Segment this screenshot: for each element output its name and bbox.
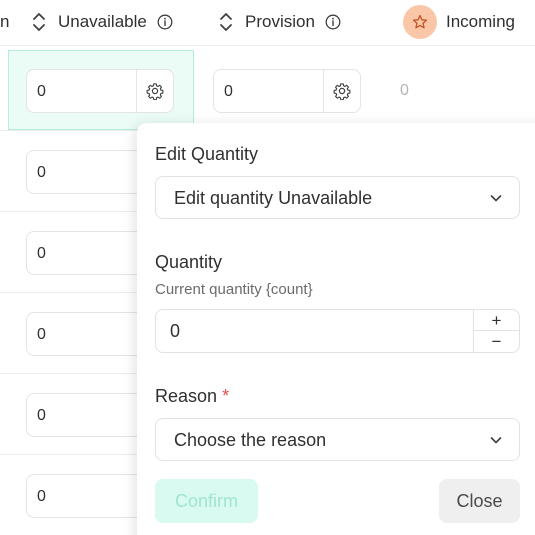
reason-label-row: Reason * — [155, 386, 229, 407]
info-icon[interactable] — [157, 14, 173, 30]
quantity-stepper[interactable]: + − — [473, 310, 519, 352]
quantity-input[interactable]: 0 + − — [155, 309, 520, 353]
reason-select-value: Choose the reason — [174, 430, 327, 450]
gear-icon[interactable] — [146, 82, 164, 100]
star-icon — [412, 14, 428, 28]
chevron-down-icon — [490, 195, 502, 202]
unavailable-value: 0 — [37, 407, 46, 424]
info-icon[interactable] — [325, 14, 341, 30]
table-header: n Unavailable Provision Incoming — [0, 0, 535, 46]
column-header-incoming-label: Incoming — [446, 11, 515, 31]
reason-select[interactable]: Choose the reason — [155, 418, 520, 461]
popover-title: Edit Quantity — [155, 144, 259, 164]
required-marker: * — [222, 386, 230, 406]
column-header-provision[interactable]: Provision — [219, 0, 341, 43]
close-button[interactable]: Close — [439, 479, 520, 523]
quantity-hint: Current quantity {count} — [155, 281, 313, 298]
edit-mode-select-value: Edit quantity Unavailable — [174, 188, 373, 208]
column-header-provision-label: Provision — [245, 11, 315, 31]
unavailable-value: 0 — [37, 326, 46, 343]
unavailable-value: 0 — [37, 488, 46, 505]
edit-mode-select[interactable]: Edit quantity Unavailable — [155, 176, 520, 219]
chevron-down-icon — [490, 437, 502, 444]
unavailable-value: 0 — [37, 164, 46, 181]
column-header-incoming[interactable]: Incoming — [403, 0, 515, 43]
provision-quantity-box[interactable]: 0 — [213, 69, 361, 113]
column-header-previous-label: n — [0, 11, 10, 31]
reason-label: Reason — [155, 386, 218, 406]
incoming-value: 0 — [400, 82, 409, 99]
unavailable-value: 0 — [37, 245, 46, 262]
confirm-button[interactable]: Confirm — [155, 479, 258, 523]
quantity-label: Quantity — [155, 252, 223, 272]
quantity-input-value: 0 — [170, 321, 181, 341]
gear-icon[interactable] — [333, 82, 351, 100]
sort-icon[interactable] — [219, 12, 233, 32]
column-header-unavailable-label: Unavailable — [58, 11, 147, 31]
column-header-unavailable[interactable]: Unavailable — [32, 0, 173, 43]
unavailable-quantity-box[interactable]: 0 — [26, 69, 174, 113]
edit-provision-button[interactable] — [323, 70, 360, 112]
unavailable-value: 0 — [37, 83, 46, 100]
table-row: 0 0 0 — [0, 50, 535, 131]
increment-button[interactable]: + — [474, 310, 519, 331]
sort-icon[interactable] — [32, 12, 46, 32]
provision-value: 0 — [224, 83, 233, 100]
edit-unavailable-button[interactable] — [136, 70, 173, 112]
decrement-button[interactable]: − — [474, 331, 519, 352]
edit-quantity-popover: Edit Quantity Edit quantity Unavailable … — [137, 123, 535, 535]
incoming-badge — [403, 4, 437, 39]
column-header-previous: n — [0, 0, 9, 43]
